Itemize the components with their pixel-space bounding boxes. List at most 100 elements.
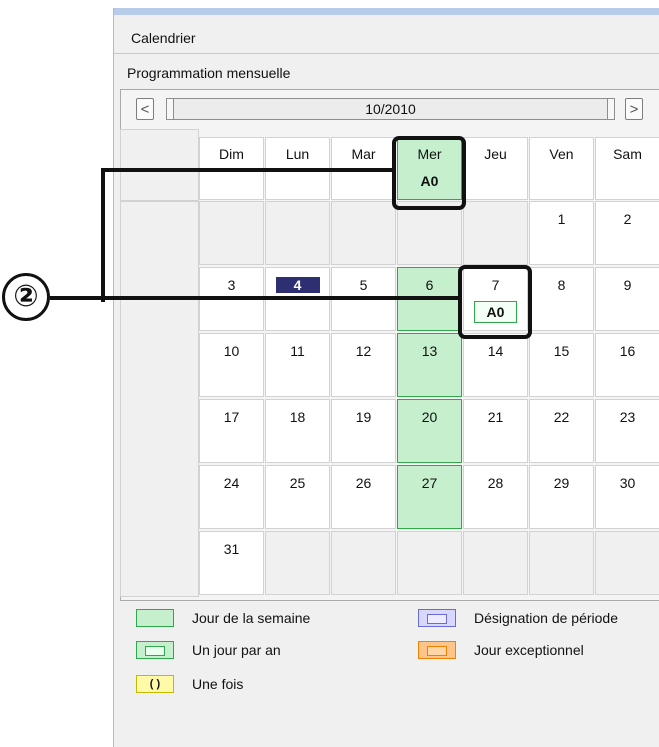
day-number-wrap: 22	[530, 409, 593, 425]
calendar-day-30[interactable]: 30	[595, 465, 659, 529]
day-number-wrap: 30	[596, 475, 659, 491]
day-number: 20	[421, 409, 438, 425]
day-number-wrap: 4	[266, 277, 329, 293]
day-number: 3	[227, 277, 236, 293]
day-number: 9	[623, 277, 632, 293]
day-number-wrap: 17	[200, 409, 263, 425]
calendar-day-24[interactable]: 24	[199, 465, 264, 529]
day-number: 13	[421, 343, 438, 359]
title-separator	[114, 53, 659, 54]
day-header-mer[interactable]: Mer A0	[397, 137, 462, 200]
legend-once-label: Une fois	[192, 676, 244, 692]
calendar-day-10[interactable]: 10	[199, 333, 264, 397]
calendar-day-8[interactable]: 8	[529, 267, 594, 331]
day-number: 6	[425, 277, 434, 293]
day-number: 12	[355, 343, 372, 359]
legend-yearly-label: Un jour par an	[192, 642, 281, 658]
day-header-label: Dim	[219, 146, 244, 162]
calendar-day-empty	[529, 531, 594, 595]
chevron-right-icon: >	[629, 101, 639, 118]
calendar-day-15[interactable]: 15	[529, 333, 594, 397]
calendar-day-11[interactable]: 11	[265, 333, 330, 397]
day-header-jeu[interactable]: Jeu	[463, 137, 528, 200]
day-number: 24	[223, 475, 240, 491]
month-bar-right-cap	[607, 99, 614, 119]
day-number-wrap: 13	[398, 343, 461, 359]
calendar-day-empty	[331, 201, 396, 265]
calendar-day-23[interactable]: 23	[595, 399, 659, 463]
weekday-swatch	[136, 609, 174, 627]
legend-yearly: Un jour par an	[136, 640, 281, 660]
day-number-wrap: 9	[596, 277, 659, 293]
calendar-day-27[interactable]: 27	[397, 465, 462, 529]
day-number-wrap: 21	[464, 409, 527, 425]
prev-month-button[interactable]: <	[136, 98, 154, 120]
calendar-window: Calendrier Programmation mensuelle < 10/…	[113, 8, 659, 747]
calendar-day-empty	[595, 531, 659, 595]
header-code: A0	[420, 173, 439, 189]
day-number: 31	[223, 541, 240, 557]
day-number: 19	[355, 409, 372, 425]
day-number: 23	[619, 409, 636, 425]
day-header-sam[interactable]: Sam	[595, 137, 659, 200]
calendar-day-empty	[265, 531, 330, 595]
day-number: 5	[359, 277, 368, 293]
day-number: 25	[289, 475, 306, 491]
day-number-wrap: 12	[332, 343, 395, 359]
calendar-day-9[interactable]: 9	[595, 267, 659, 331]
day-number-wrap: 8	[530, 277, 593, 293]
calendar-day-28[interactable]: 28	[463, 465, 528, 529]
legend-once: ( ) Une fois	[136, 674, 243, 694]
day-header-label: Mar	[351, 146, 376, 162]
calendar-day-22[interactable]: 22	[529, 399, 594, 463]
calendar-day-19[interactable]: 19	[331, 399, 396, 463]
calendar-day-26[interactable]: 26	[331, 465, 396, 529]
day-number-wrap: 24	[200, 475, 263, 491]
calendar-day-2[interactable]: 2	[595, 201, 659, 265]
day-number: 15	[553, 343, 570, 359]
calendar-day-21[interactable]: 21	[463, 399, 528, 463]
calendar-day-empty	[397, 531, 462, 595]
calendar-day-7[interactable]: 7 A0	[463, 267, 528, 331]
day-number: 22	[553, 409, 570, 425]
day-number-wrap: 26	[332, 475, 395, 491]
calendar-day-empty	[265, 201, 330, 265]
day-number-wrap: 19	[332, 409, 395, 425]
calendar-day-1[interactable]: 1	[529, 201, 594, 265]
day-number-wrap: 25	[266, 475, 329, 491]
day-number-wrap: 31	[200, 541, 263, 557]
day-number: 18	[289, 409, 306, 425]
callout-line-day	[50, 296, 462, 300]
calendar-day-16[interactable]: 16	[595, 333, 659, 397]
day-number: 14	[487, 343, 504, 359]
day-number-wrap: 6	[398, 277, 461, 293]
calendar-day-25[interactable]: 25	[265, 465, 330, 529]
calendar-day-20[interactable]: 20	[397, 399, 462, 463]
month-label: 10/2010	[365, 101, 416, 117]
day-header-ven[interactable]: Ven	[529, 137, 594, 200]
calendar-day-12[interactable]: 12	[331, 333, 396, 397]
next-month-button[interactable]: >	[625, 98, 643, 120]
day-number: 27	[421, 475, 438, 491]
day-number: 2	[623, 211, 632, 227]
day-number: 8	[557, 277, 566, 293]
day-number: 21	[487, 409, 504, 425]
calendar-day-empty	[397, 201, 462, 265]
calendar-day-13[interactable]: 13	[397, 333, 462, 397]
chevron-left-icon: <	[140, 101, 150, 118]
calendar-day-18[interactable]: 18	[265, 399, 330, 463]
calendar-day-29[interactable]: 29	[529, 465, 594, 529]
day-number-wrap: 1	[530, 211, 593, 227]
legend-exceptional: Jour exceptionnel	[418, 640, 584, 660]
day-schedule-badge: A0	[474, 301, 517, 323]
calendar-day-14[interactable]: 14	[463, 333, 528, 397]
calendar-day-17[interactable]: 17	[199, 399, 264, 463]
calendar-day-empty	[463, 531, 528, 595]
day-number: 30	[619, 475, 636, 491]
day-header-label: Sam	[613, 146, 642, 162]
legend-period: Désignation de période	[418, 608, 618, 628]
calendar-day-31[interactable]: 31	[199, 531, 264, 595]
callout-line-header	[105, 168, 395, 172]
day-number-wrap: 7	[464, 277, 527, 293]
day-number-wrap: 10	[200, 343, 263, 359]
